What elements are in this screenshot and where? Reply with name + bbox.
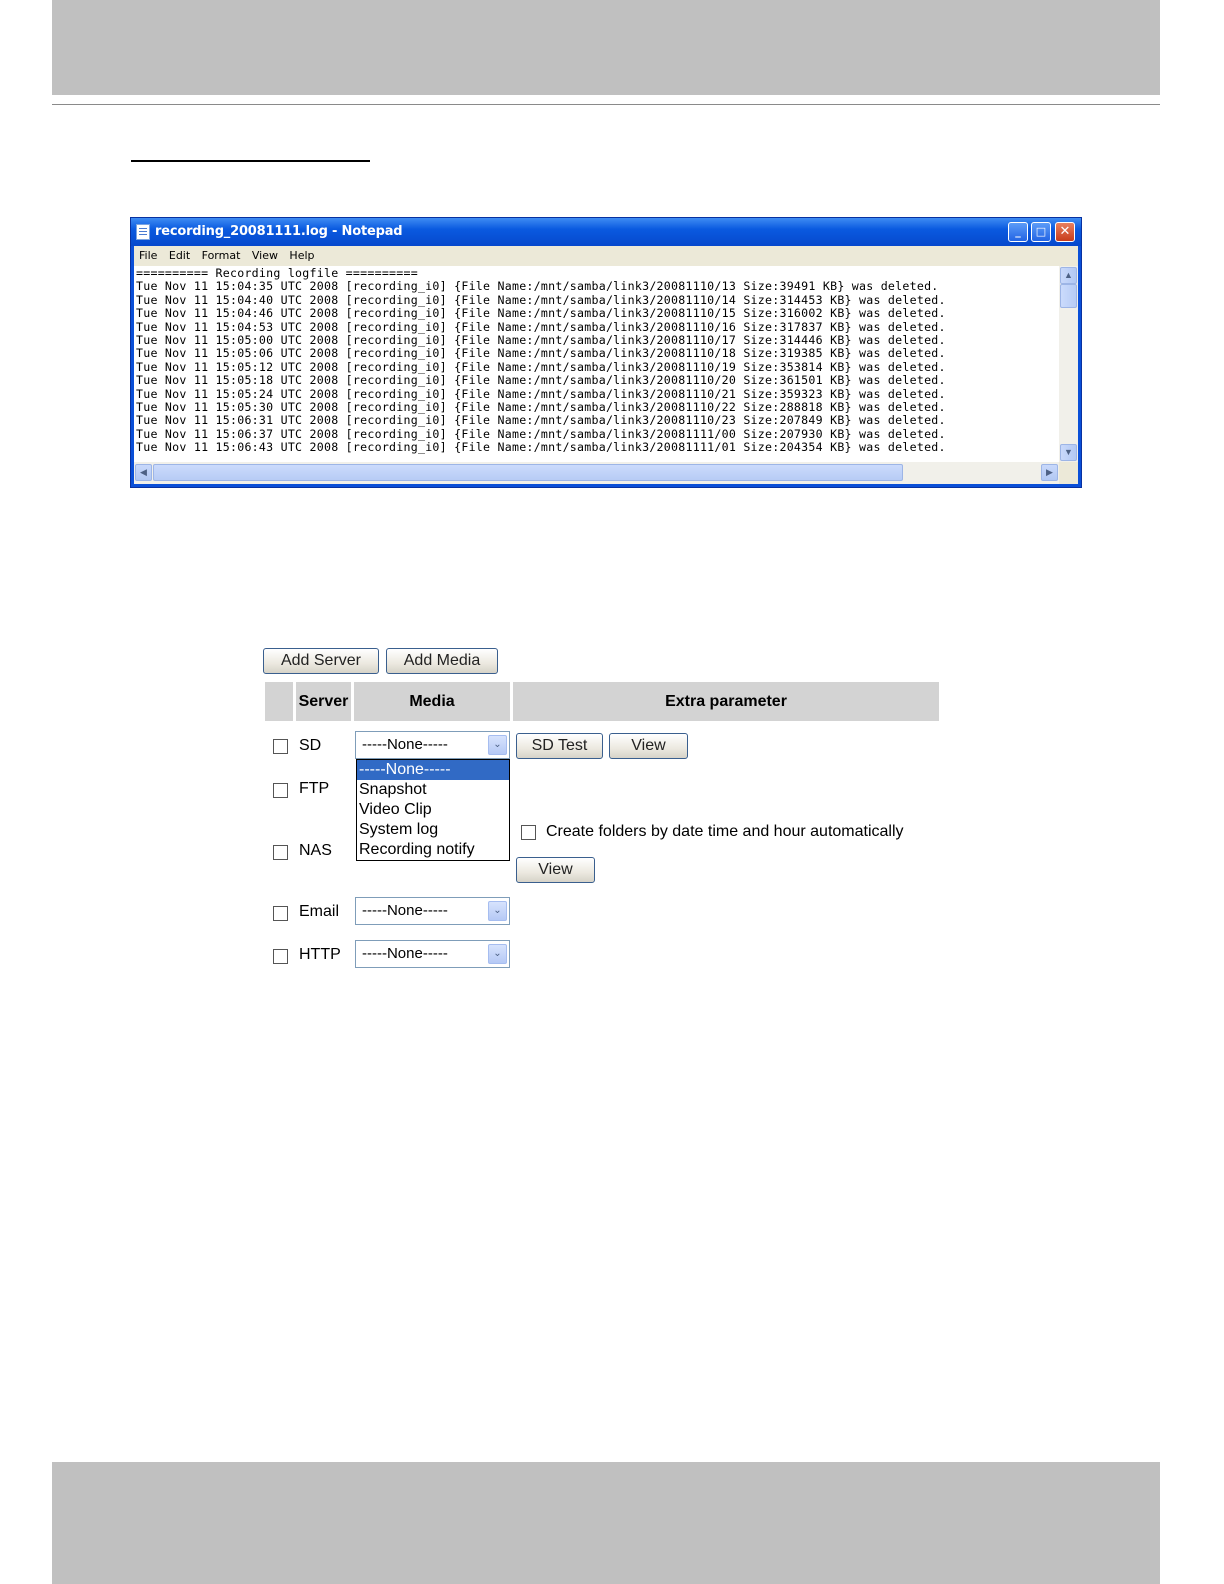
page-footer-band (52, 1462, 1160, 1584)
scroll-right-icon[interactable]: ▶ (1041, 464, 1058, 481)
sd-media-select[interactable]: -----None----- ⌄ (355, 731, 510, 759)
page-header-band (52, 0, 1160, 95)
notepad-window: recording_20081111.log - Notepad _ □ ✕ F… (130, 217, 1082, 488)
chevron-down-icon[interactable]: ⌄ (488, 735, 507, 755)
http-checkbox[interactable] (273, 949, 288, 964)
notepad-icon (136, 224, 150, 240)
dropdown-option-recording-notify[interactable]: Recording notify (357, 840, 509, 860)
menu-help[interactable]: Help (289, 246, 314, 266)
notepad-menu-bar: File Edit Format View Help (134, 246, 1078, 266)
media-dropdown-list[interactable]: -----None----- Snapshot Video Clip Syste… (356, 759, 510, 861)
notepad-title-bar[interactable]: recording_20081111.log - Notepad _ □ ✕ (131, 218, 1081, 246)
chevron-down-icon[interactable]: ⌄ (488, 944, 507, 964)
email-media-value: -----None----- (362, 902, 448, 919)
maximize-button[interactable]: □ (1031, 222, 1051, 242)
create-folders-checkbox[interactable] (521, 825, 536, 840)
dropdown-option-none[interactable]: -----None----- (357, 760, 509, 780)
header-server: Server (296, 682, 351, 721)
chevron-down-icon[interactable]: ⌄ (488, 901, 507, 921)
email-label: Email (299, 903, 340, 920)
vertical-scrollbar[interactable]: ▲ ▼ (1059, 266, 1078, 462)
horizontal-scroll-thumb[interactable] (153, 464, 903, 481)
ftp-label: FTP (299, 780, 330, 797)
sd-media-value: -----None----- (362, 736, 448, 753)
ftp-checkbox[interactable] (273, 783, 288, 798)
nas-view-button[interactable]: View (516, 857, 595, 883)
header-media: Media (354, 682, 510, 721)
add-media-button[interactable]: Add Media (386, 648, 498, 674)
menu-edit[interactable]: Edit (169, 246, 190, 266)
notepad-title: recording_20081111.log - Notepad (155, 224, 403, 239)
menu-format[interactable]: Format (202, 246, 241, 266)
add-server-button[interactable]: Add Server (263, 648, 379, 674)
notepad-text-area[interactable]: ========== Recording logfile ========== … (134, 266, 1059, 462)
close-button[interactable]: ✕ (1055, 222, 1075, 242)
scroll-down-icon[interactable]: ▼ (1060, 444, 1077, 461)
email-media-select[interactable]: -----None----- ⌄ (355, 897, 510, 925)
http-media-select[interactable]: -----None----- ⌄ (355, 940, 510, 968)
dropdown-option-video-clip[interactable]: Video Clip (357, 800, 509, 820)
nas-label: NAS (299, 842, 332, 859)
menu-file[interactable]: File (139, 246, 157, 266)
dropdown-option-system-log[interactable]: System log (357, 820, 509, 840)
resize-grip-icon[interactable] (1059, 462, 1078, 484)
email-checkbox[interactable] (273, 906, 288, 921)
create-folders-label: Create folders by date time and hour aut… (546, 823, 904, 840)
nas-checkbox[interactable] (273, 845, 288, 860)
header-checkbox-column (265, 682, 293, 721)
http-media-value: -----None----- (362, 945, 448, 962)
log-text: ========== Recording logfile ========== … (136, 266, 946, 455)
http-label: HTTP (299, 946, 341, 963)
sd-view-button[interactable]: View (609, 733, 688, 759)
vertical-scroll-thumb[interactable] (1060, 284, 1077, 308)
section-underline (131, 160, 370, 162)
scroll-left-icon[interactable]: ◀ (135, 464, 152, 481)
sd-label: SD (299, 737, 322, 754)
scroll-up-icon[interactable]: ▲ (1060, 267, 1077, 284)
header-rule (52, 104, 1160, 105)
menu-view[interactable]: View (252, 246, 278, 266)
dropdown-option-snapshot[interactable]: Snapshot (357, 780, 509, 800)
horizontal-scrollbar[interactable]: ◀ ▶ (134, 462, 1059, 484)
header-extra-parameter: Extra parameter (513, 682, 939, 721)
sd-checkbox[interactable] (273, 739, 288, 754)
minimize-button[interactable]: _ (1008, 222, 1028, 242)
sd-test-button[interactable]: SD Test (516, 733, 603, 759)
